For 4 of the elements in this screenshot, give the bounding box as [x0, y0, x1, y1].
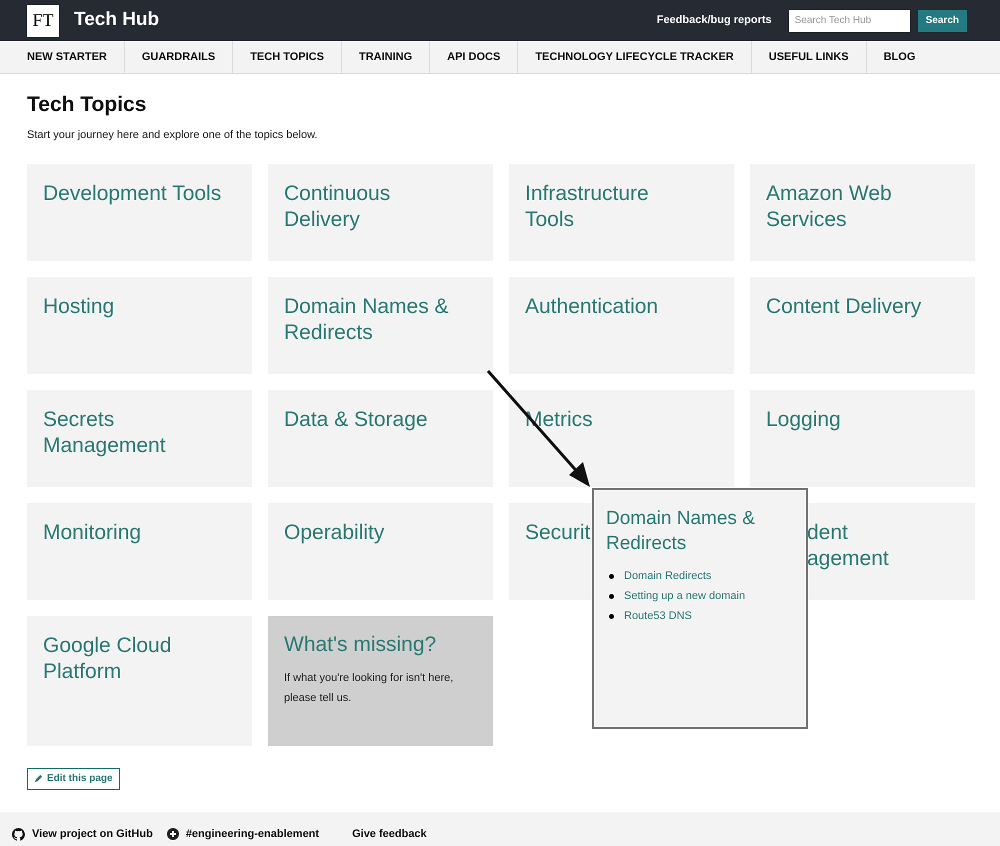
intro-text: Start your journey here and explore one of the topics below. — [27, 128, 318, 143]
missing-text: If what you're looking for isn't here, please tell us. — [284, 670, 454, 706]
site-title: Tech Hub — [74, 8, 160, 32]
page-title: Tech Topics — [27, 92, 148, 118]
